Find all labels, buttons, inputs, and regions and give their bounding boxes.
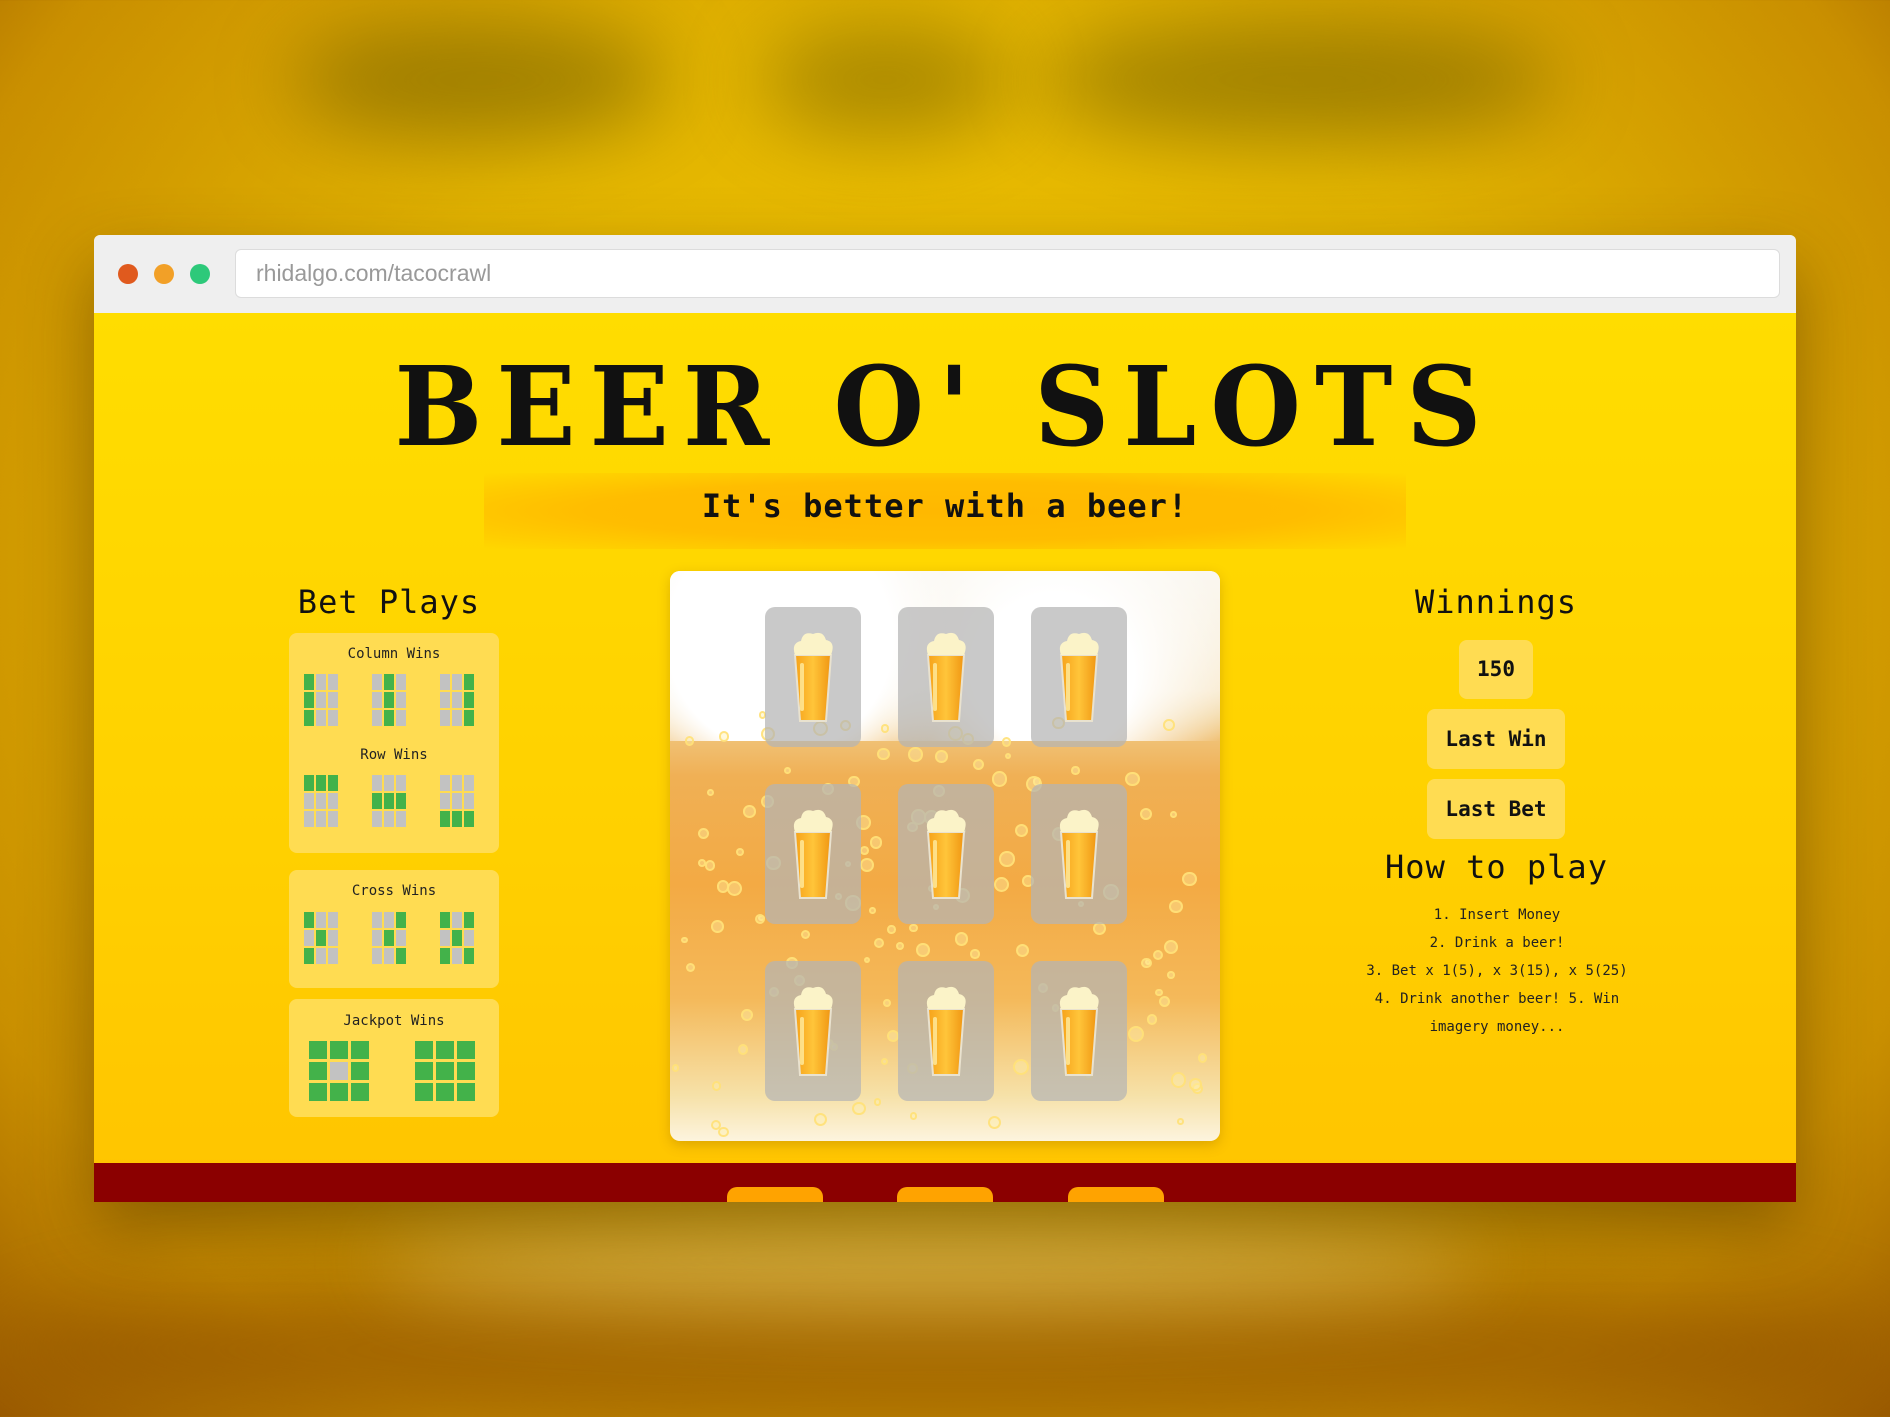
page-content: BEER O' SLOTS It's better with a beer! B… (94, 313, 1796, 1202)
row-win-pattern-bottom (440, 775, 474, 827)
row-wins-label: Row Wins (360, 747, 428, 763)
reel-slot-beer (1031, 961, 1127, 1101)
column-row-wins-panel: Column Wins Row Wins (289, 633, 499, 853)
beer-glass-icon (1059, 809, 1099, 899)
page-title: BEER O' SLOTS (394, 341, 1496, 472)
jackpot-pattern-ring (309, 1041, 369, 1101)
last-bet-button[interactable]: Last Bet (1427, 779, 1565, 839)
reel-slot-beer (898, 784, 994, 924)
how-to-play-step: imagery money... (1429, 1019, 1565, 1035)
beer-glass-icon (926, 809, 966, 899)
beer-glass-icon (1059, 986, 1099, 1076)
reel-slot-beer (898, 961, 994, 1101)
cross-win-pattern-diagonal-down (304, 912, 338, 964)
cross-win-pattern-x (440, 912, 474, 964)
column-win-pattern-left (304, 674, 338, 726)
control-footer (94, 1163, 1796, 1202)
last-win-button[interactable]: Last Win (1427, 709, 1565, 769)
minimize-window-dot-icon[interactable] (154, 264, 174, 284)
beer-glass-icon (926, 632, 966, 722)
footer-button-left[interactable] (727, 1187, 823, 1202)
jackpot-pattern-full (415, 1041, 475, 1101)
browser-window: rhidalgo.com/tacocrawl BEER O' SLOTS It'… (94, 235, 1796, 1202)
how-to-play-step: 4. Drink another beer! 5. Win (1374, 991, 1620, 1007)
maximize-window-dot-icon[interactable] (190, 264, 210, 284)
beer-glass-icon (926, 986, 966, 1076)
how-to-play-title: How to play (1385, 848, 1608, 886)
how-to-play-steps: 1. Insert Money 2. Drink a beer! 3. Bet … (1362, 901, 1632, 1041)
column-win-pattern-middle (372, 674, 406, 726)
reel-slot-beer (765, 784, 861, 924)
cross-wins-label: Cross Wins (351, 883, 437, 899)
cross-win-pattern-diagonal-up (372, 912, 406, 964)
reel-slot-beer (1031, 607, 1127, 747)
how-to-play-step: 1. Insert Money (1433, 907, 1561, 923)
reel-slot-beer (898, 607, 994, 747)
winnings-amount: 150 (1459, 640, 1533, 699)
address-bar[interactable]: rhidalgo.com/tacocrawl (235, 249, 1780, 298)
how-to-play-step: 3. Bet x 1(5), x 3(15), x 5(25) (1366, 963, 1628, 979)
how-to-play-step: 2. Drink a beer! (1429, 935, 1565, 951)
beer-glass-icon (793, 986, 833, 1076)
beer-glass-icon (1059, 632, 1099, 722)
column-wins-label: Column Wins (347, 646, 441, 662)
jackpot-wins-label: Jackpot Wins (343, 1013, 445, 1029)
reel-slot-beer (1031, 784, 1127, 924)
jackpot-wins-panel: Jackpot Wins (289, 999, 499, 1117)
reel-slot-beer (765, 961, 861, 1101)
tagline: It's better with a beer! (701, 487, 1189, 525)
close-window-dot-icon[interactable] (118, 264, 138, 284)
bet-plays-title: Bet Plays (297, 583, 481, 621)
row-win-pattern-middle (372, 775, 406, 827)
beer-glass-icon (793, 809, 833, 899)
browser-toolbar: rhidalgo.com/tacocrawl (94, 235, 1796, 313)
cross-wins-panel: Cross Wins (289, 870, 499, 988)
beer-glass-icon (793, 632, 833, 722)
reel-slot-beer (765, 607, 861, 747)
row-win-pattern-top (304, 775, 338, 827)
column-win-pattern-right (440, 674, 474, 726)
winnings-title: Winnings (1414, 583, 1578, 621)
footer-button-right[interactable] (1068, 1187, 1164, 1202)
footer-button-center[interactable] (897, 1187, 993, 1202)
slot-machine-reels (670, 571, 1220, 1141)
